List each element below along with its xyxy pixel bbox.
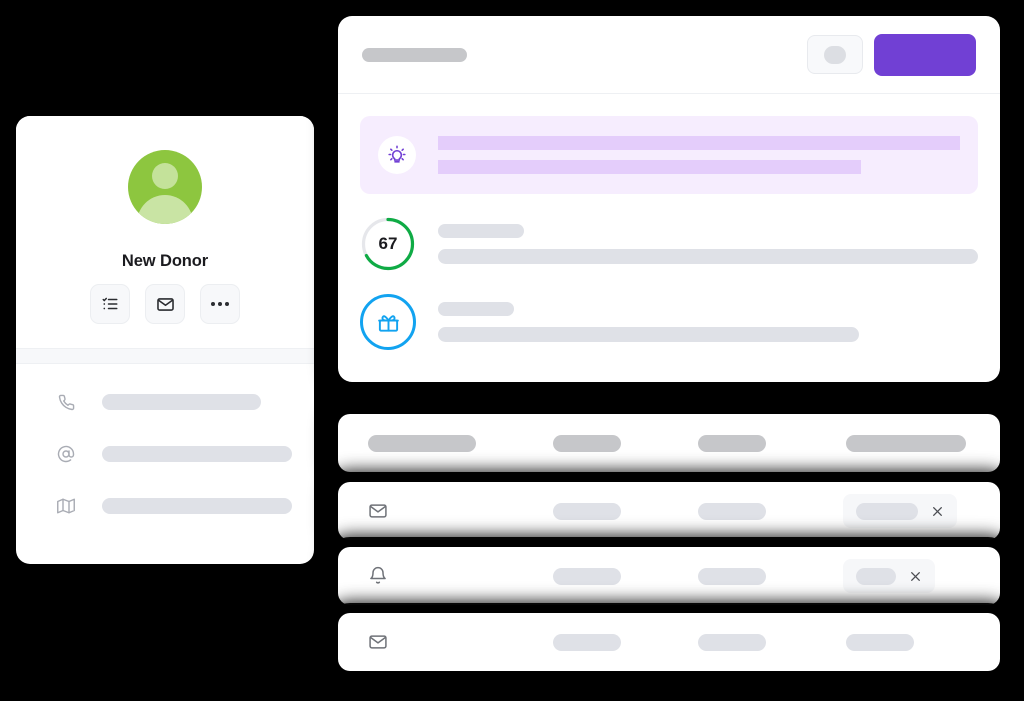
table-header-row xyxy=(338,414,1000,472)
detail-card-header xyxy=(338,16,1000,94)
status-tag[interactable] xyxy=(843,494,957,528)
envelope-icon xyxy=(368,632,388,652)
phone-icon xyxy=(56,392,76,412)
contact-value-address xyxy=(102,498,292,514)
gift-badge xyxy=(360,294,416,350)
table-cell-value-1 xyxy=(553,633,621,651)
at-sign-icon xyxy=(56,444,76,464)
envelope-icon xyxy=(368,501,388,521)
status-tag-label xyxy=(856,502,918,520)
profile-divider xyxy=(16,348,314,364)
avatar-body-shape xyxy=(137,195,193,224)
person-avatar-icon xyxy=(128,150,202,224)
table-row[interactable] xyxy=(338,613,1000,671)
table-cell-value-3 xyxy=(846,633,914,651)
table-cell-value-2 xyxy=(698,633,766,651)
engagement-line-1 xyxy=(438,224,525,238)
donor-name: New Donor xyxy=(121,252,209,270)
map-icon xyxy=(56,496,76,516)
bell-icon xyxy=(368,566,388,586)
primary-action-button[interactable] xyxy=(874,33,976,76)
tip-line-2 xyxy=(438,160,861,174)
gift-line-2 xyxy=(438,327,860,342)
profile-action-row xyxy=(16,284,314,324)
table-header-cell-1 xyxy=(368,434,476,452)
engagement-score-row: 67 xyxy=(338,216,1000,272)
contact-value-phone xyxy=(102,394,262,410)
toggle-pill-icon xyxy=(824,45,846,64)
table-cell-value-1 xyxy=(553,502,621,520)
screenshot-stage: New Donor 67 xyxy=(0,0,1024,701)
table-row[interactable] xyxy=(338,547,1000,605)
tip-banner-lines xyxy=(438,136,960,174)
contact-row-email[interactable] xyxy=(16,442,314,466)
status-tag[interactable] xyxy=(843,559,935,593)
ellipsis-icon xyxy=(211,302,229,306)
engagement-line-2 xyxy=(438,249,978,264)
gift-summary-row xyxy=(338,294,1000,350)
table-header-cell-4 xyxy=(846,434,966,452)
checklist-icon xyxy=(102,297,118,310)
gift-summary-lines xyxy=(438,302,978,342)
donor-profile-card: New Donor xyxy=(16,116,314,564)
tip-line-1 xyxy=(438,136,960,150)
avatar-head-shape xyxy=(152,163,178,189)
status-tag-label xyxy=(856,567,896,585)
gift-line-1 xyxy=(438,302,514,316)
tip-banner xyxy=(360,116,978,194)
table-header-cell-3 xyxy=(698,434,766,452)
table-cell-value-1 xyxy=(553,567,621,585)
contact-value-email xyxy=(102,446,292,462)
email-button[interactable] xyxy=(145,284,185,324)
contact-details-list xyxy=(16,364,314,518)
tasks-button[interactable] xyxy=(90,284,130,324)
contact-row-address[interactable] xyxy=(16,494,314,518)
profile-header: New Donor xyxy=(16,116,314,348)
engagement-score-lines xyxy=(438,224,978,264)
detail-card-title xyxy=(362,47,467,62)
table-cell-value-2 xyxy=(698,567,766,585)
tip-badge xyxy=(378,136,416,174)
detail-card-header-actions xyxy=(807,33,976,76)
gift-icon xyxy=(377,314,399,332)
table-header-cell-2 xyxy=(553,434,621,452)
more-options-button[interactable] xyxy=(200,284,240,324)
contact-row-phone[interactable] xyxy=(16,390,314,414)
donor-detail-card: 67 xyxy=(338,16,1000,382)
close-icon[interactable] xyxy=(909,570,922,583)
table-row[interactable] xyxy=(338,482,1000,540)
lightbulb-icon xyxy=(388,145,406,163)
close-icon[interactable] xyxy=(931,505,944,518)
view-toggle-button[interactable] xyxy=(807,35,863,74)
table-cell-value-2 xyxy=(698,502,766,520)
engagement-score-ring: 67 xyxy=(360,216,416,272)
envelope-icon xyxy=(156,297,174,311)
engagement-score-value: 67 xyxy=(378,234,398,253)
